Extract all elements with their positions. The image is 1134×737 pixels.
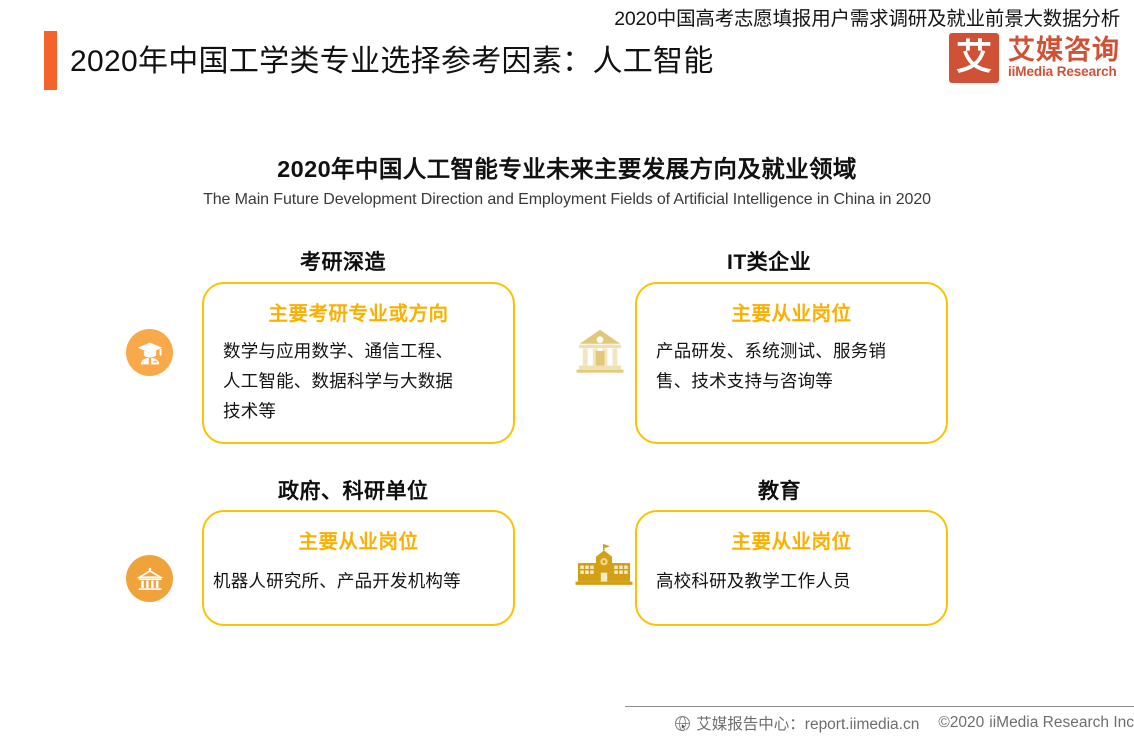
- footer-company: iiMedia Research Inc: [989, 714, 1134, 731]
- card-body-line: 人工智能、数据科学与大数据: [223, 371, 454, 392]
- card-heading-3: 主要从业岗位: [298, 531, 419, 553]
- card-body-line: 高校科研及教学工作人员: [656, 571, 851, 591]
- card-body-line: 数学与应用数学、通信工程、: [223, 341, 454, 361]
- footer: 艾媒报告中心：report.iimedia.cn ©2020 iiMedia R…: [625, 712, 1134, 734]
- bank-building-icon: [572, 322, 628, 378]
- logo-wordmark: 艾媒咨询 iiMedia Research: [1008, 36, 1120, 79]
- card-body-line: 机器人研究所、产品开发机构等: [213, 571, 461, 591]
- card-body-4: 高校科研及教学工作人员: [656, 566, 946, 596]
- graduate-icon: [126, 329, 173, 376]
- category-label-1: 考研深造: [300, 251, 386, 274]
- card-it-enterprise: 主要从业岗位 产品研发、系统测试、服务销 售、技术支持与咨询等: [635, 282, 948, 444]
- page-title: 2020年中国工学类专业选择参考因素：人工智能: [70, 45, 714, 78]
- card-body-line: 售、技术支持与咨询等: [656, 371, 833, 392]
- infographic-page: 2020中国高考志愿填报用户需求调研及就业前景大数据分析 2020年中国工学类专…: [0, 0, 1134, 737]
- card-body-3: 机器人研究所、产品开发机构等: [213, 566, 513, 596]
- card-body-line: 产品研发、系统测试、服务销: [656, 341, 887, 361]
- logo-mark-icon: 艾: [949, 33, 999, 83]
- logo-name-en: iiMedia Research: [1008, 63, 1117, 79]
- title-accent-bar: [44, 31, 57, 90]
- chart-subtitle: The Main Future Development Direction an…: [203, 191, 931, 208]
- card-body-2: 产品研发、系统测试、服务销 售、技术支持与咨询等: [656, 336, 946, 396]
- card-government-research: 主要从业岗位 机器人研究所、产品开发机构等: [202, 510, 515, 626]
- footer-divider: [625, 706, 1134, 707]
- category-label-2: IT类企业: [727, 251, 812, 274]
- chart-title: 2020年中国人工智能专业未来主要发展方向及就业领域: [277, 156, 857, 182]
- card-heading-4: 主要从业岗位: [731, 531, 852, 553]
- category-label-4: 教育: [758, 480, 801, 503]
- card-heading-2: 主要从业岗位: [731, 303, 852, 325]
- footer-report-center: 艾媒报告中心：report.iimedia.cn: [696, 716, 920, 733]
- report-series-kicker: 2020中国高考志愿填报用户需求调研及就业前景大数据分析: [614, 8, 1120, 30]
- card-heading-1: 主要考研专业或方向: [268, 303, 449, 325]
- card-body-line: 技术等: [223, 401, 277, 422]
- category-label-3: 政府、科研单位: [278, 480, 429, 503]
- card-graduate-study: 主要考研专业或方向 数学与应用数学、通信工程、 人工智能、数据科学与大数据 技术…: [202, 282, 515, 444]
- globe-icon: [674, 715, 691, 732]
- card-education: 主要从业岗位 高校科研及教学工作人员: [635, 510, 948, 626]
- government-building-icon: [126, 555, 173, 602]
- card-body-1: 数学与应用数学、通信工程、 人工智能、数据科学与大数据 技术等: [223, 336, 513, 426]
- iimedia-logo: 艾 艾媒咨询 iiMedia Research: [949, 33, 1120, 83]
- footer-copyright: ©2020: [938, 714, 985, 731]
- logo-name-cn: 艾媒咨询: [1008, 35, 1120, 66]
- school-building-icon: [572, 541, 636, 589]
